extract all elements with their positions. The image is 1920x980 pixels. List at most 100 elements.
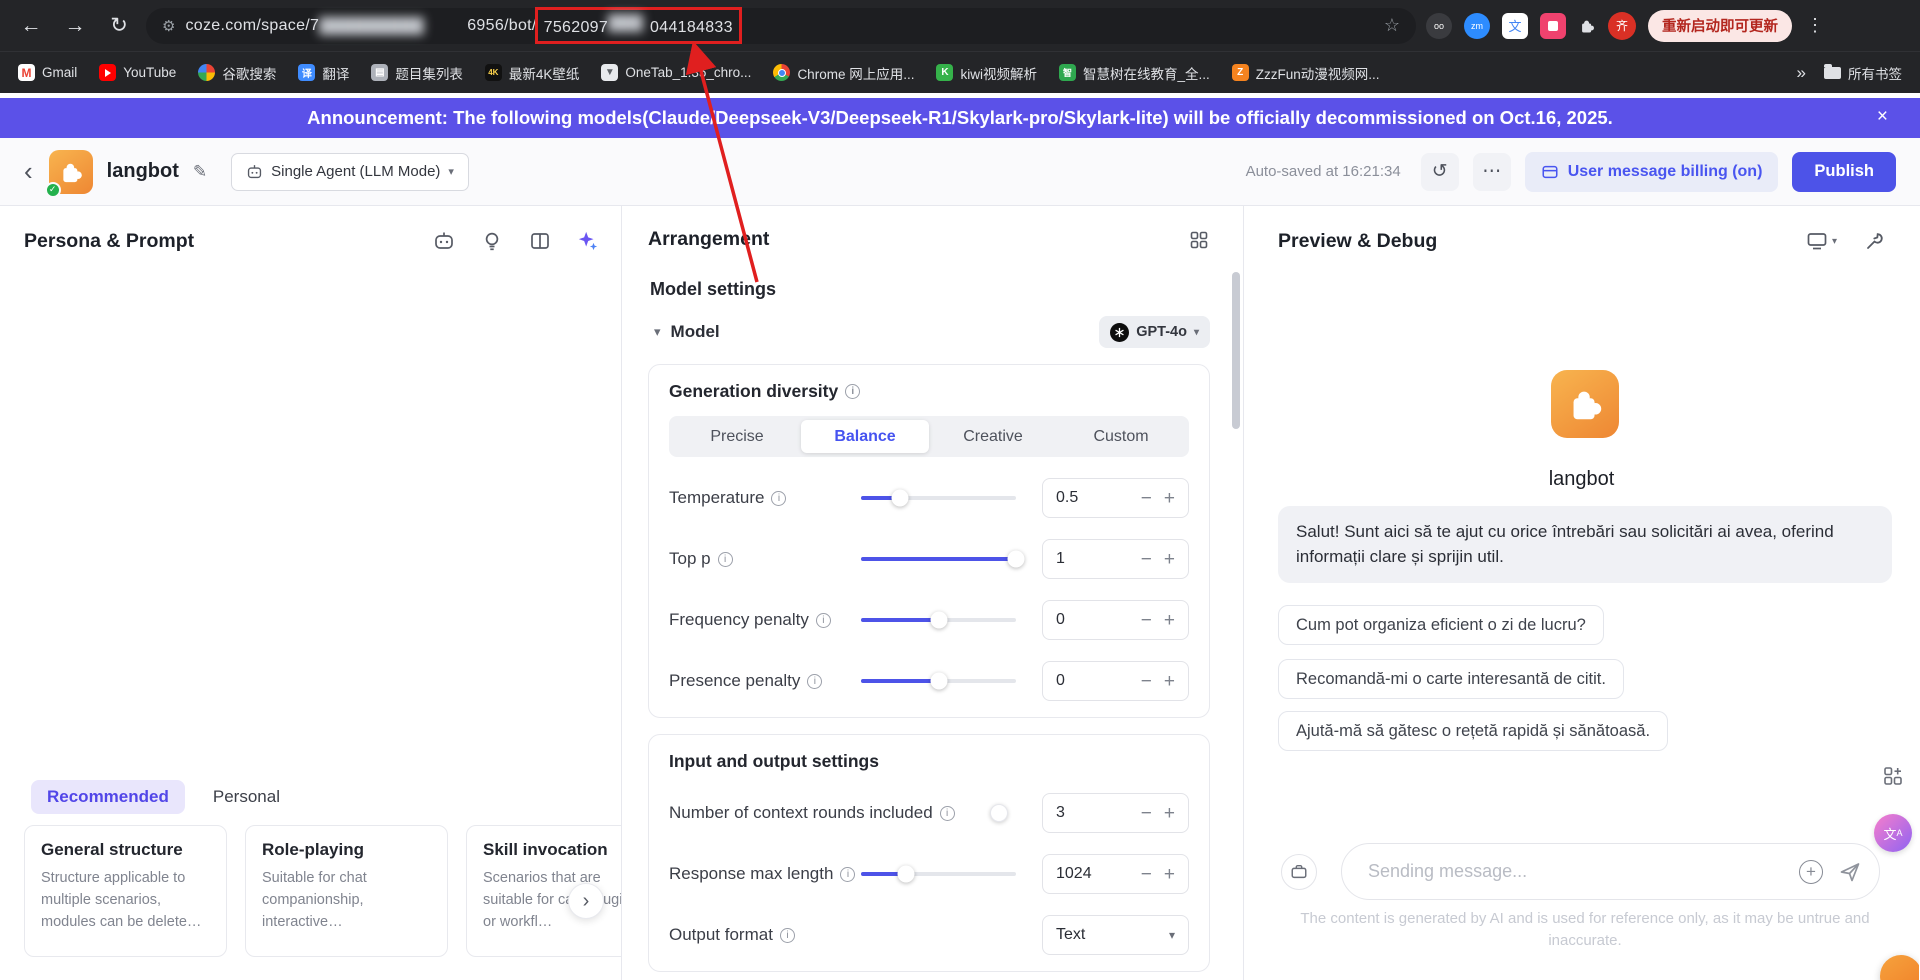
info-icon[interactable]: i <box>840 867 855 882</box>
info-icon[interactable]: i <box>718 552 733 567</box>
suggestion-chip-3[interactable]: Ajută-mă să gătesc o rețetă rapidă și să… <box>1278 711 1668 751</box>
extension-icon-1[interactable]: oo <box>1426 13 1452 39</box>
edit-icon[interactable]: ✎ <box>193 162 207 182</box>
scrollbar-thumb[interactable] <box>1232 272 1240 429</box>
lightbulb-icon[interactable] <box>481 230 503 252</box>
preview-device-dropdown[interactable]: ▾ <box>1806 230 1837 252</box>
info-icon[interactable]: i <box>780 928 795 943</box>
layout-grid-icon[interactable] <box>1188 229 1210 251</box>
minus-button[interactable]: − <box>1141 489 1152 508</box>
reload-icon[interactable]: ↻ <box>102 9 136 43</box>
back-icon[interactable]: ← <box>14 9 48 43</box>
chat-toolbox-button[interactable] <box>1281 854 1317 890</box>
browser-menu-icon[interactable]: ⋮ <box>1804 15 1826 36</box>
profile-avatar[interactable]: 齐 <box>1608 12 1636 40</box>
bookmark-youtube[interactable]: YouTube <box>99 64 176 81</box>
all-bookmarks-button[interactable]: 所有书签 <box>1824 63 1902 83</box>
bookmark-translate[interactable]: 译翻译 <box>298 63 349 83</box>
debug-wrench-icon[interactable] <box>1863 230 1885 252</box>
minus-button[interactable]: − <box>1141 865 1152 884</box>
floating-assistant-button[interactable] <box>1880 955 1919 980</box>
extension-icon-3[interactable] <box>1540 13 1566 39</box>
chat-input[interactable] <box>1368 861 1783 882</box>
widget-grid-icon[interactable] <box>1882 765 1904 792</box>
persona-bot-icon[interactable] <box>433 230 455 252</box>
info-icon[interactable]: i <box>940 806 955 821</box>
bookmark-zhihuishu[interactable]: 智智慧树在线教育_全... <box>1059 63 1210 83</box>
plus-button[interactable]: + <box>1164 804 1175 823</box>
top-p-slider[interactable] <box>861 557 1016 561</box>
slider-knob[interactable] <box>930 612 947 629</box>
browser-update-button[interactable]: 重新启动即可更新 <box>1648 10 1792 42</box>
attach-plus-icon[interactable]: + <box>1799 860 1823 884</box>
segment-creative[interactable]: Creative <box>929 420 1057 453</box>
segment-precise[interactable]: Precise <box>673 420 801 453</box>
model-select-dropdown[interactable]: GPT-4o ▾ <box>1099 316 1210 348</box>
bookmark-chrome-store[interactable]: Chrome 网上应用... <box>773 63 914 83</box>
bookmark-4k-wallpaper[interactable]: 4K最新4K壁纸 <box>485 63 580 83</box>
plus-button[interactable]: + <box>1164 550 1175 569</box>
minus-button[interactable]: − <box>1141 611 1152 630</box>
bookmarks-bar: MGmail YouTube 谷歌搜索 译翻译 ▤题目集列表 4K最新4K壁纸 … <box>0 51 1920 93</box>
context-rounds-slider-knob[interactable] <box>990 804 1008 822</box>
output-format-dropdown[interactable]: Text▾ <box>1042 915 1189 955</box>
bookmark-google-search[interactable]: 谷歌搜索 <box>198 63 276 83</box>
bookmark-star-icon[interactable]: ☆ <box>1384 15 1400 36</box>
bookmark-zzzfun[interactable]: ZZzzFun动漫视频网... <box>1232 63 1380 83</box>
suggestion-chip-2[interactable]: Recomandă-mi o carte interesantă de citi… <box>1278 659 1624 699</box>
temperature-slider[interactable] <box>861 496 1016 500</box>
segment-balance[interactable]: Balance <box>801 420 929 453</box>
url-bar[interactable]: ⚙ coze.com/space/7█████████6956/bot/7562… <box>146 8 1416 44</box>
info-icon[interactable]: i <box>807 674 822 689</box>
suggestion-chip-1[interactable]: Cum pot organiza eficient o zi de lucru? <box>1278 605 1604 645</box>
history-button[interactable]: ↺ <box>1421 153 1459 191</box>
response-max-length-slider[interactable] <box>861 872 1016 876</box>
layout-expand-icon[interactable] <box>529 230 551 252</box>
site-settings-icon[interactable]: ⚙ <box>162 17 175 35</box>
bookmark-problem-list[interactable]: ▤题目集列表 <box>371 63 463 83</box>
bookmark-gmail[interactable]: MGmail <box>18 64 77 81</box>
slider-knob[interactable] <box>891 490 908 507</box>
translate-assistant-button[interactable]: 文A <box>1874 814 1912 852</box>
translate-extension-icon[interactable]: 文 <box>1502 13 1528 39</box>
segment-custom[interactable]: Custom <box>1057 420 1185 453</box>
billing-button[interactable]: User message billing (on) <box>1525 152 1779 192</box>
plus-button[interactable]: + <box>1164 611 1175 630</box>
plus-button[interactable]: + <box>1164 672 1175 691</box>
more-button[interactable]: ⋯ <box>1473 153 1511 191</box>
preview-bot-name: langbot <box>1244 468 1919 491</box>
extension-icon-2[interactable]: zm <box>1464 13 1490 39</box>
presence-penalty-slider[interactable] <box>861 679 1016 683</box>
info-icon[interactable]: i <box>816 613 831 628</box>
chevron-down-icon: ▾ <box>1832 236 1837 247</box>
info-icon[interactable]: i <box>771 491 786 506</box>
frequency-penalty-slider[interactable] <box>861 618 1016 622</box>
extensions-puzzle-icon[interactable] <box>1578 17 1596 35</box>
template-card-general-structure[interactable]: General structure Structure applicable t… <box>24 825 227 957</box>
publish-button[interactable]: Publish <box>1792 152 1896 192</box>
plus-button[interactable]: + <box>1164 489 1175 508</box>
close-icon[interactable]: × <box>1877 106 1888 128</box>
forward-icon[interactable]: → <box>58 9 92 43</box>
ai-optimize-sparkle-icon[interactable] <box>577 230 599 252</box>
bookmarks-overflow-icon[interactable]: » <box>1797 63 1806 83</box>
collapse-chevron-icon[interactable]: ▾ <box>654 324 661 340</box>
slider-knob[interactable] <box>930 673 947 690</box>
minus-button[interactable]: − <box>1141 550 1152 569</box>
translate-icon: 译 <box>298 64 315 81</box>
minus-button[interactable]: − <box>1141 804 1152 823</box>
tab-personal[interactable]: Personal <box>213 787 280 807</box>
slider-knob[interactable] <box>1008 551 1025 568</box>
info-icon[interactable]: i <box>845 384 860 399</box>
slider-knob[interactable] <box>897 866 914 883</box>
minus-button[interactable]: − <box>1141 672 1152 691</box>
agent-mode-dropdown[interactable]: Single Agent (LLM Mode) ▾ <box>231 153 469 191</box>
send-icon[interactable] <box>1839 861 1861 883</box>
cards-next-button[interactable]: › <box>568 883 604 919</box>
plus-button[interactable]: + <box>1164 865 1175 884</box>
template-card-role-playing[interactable]: Role-playing Suitable for chat companion… <box>245 825 448 957</box>
bookmark-onetab[interactable]: ▼OneTab_1.35_chro... <box>601 64 751 81</box>
bookmark-kiwi[interactable]: Kkiwi视频解析 <box>936 63 1037 83</box>
tab-recommended[interactable]: Recommended <box>31 780 185 814</box>
back-chevron-icon[interactable]: ‹ <box>24 156 33 187</box>
